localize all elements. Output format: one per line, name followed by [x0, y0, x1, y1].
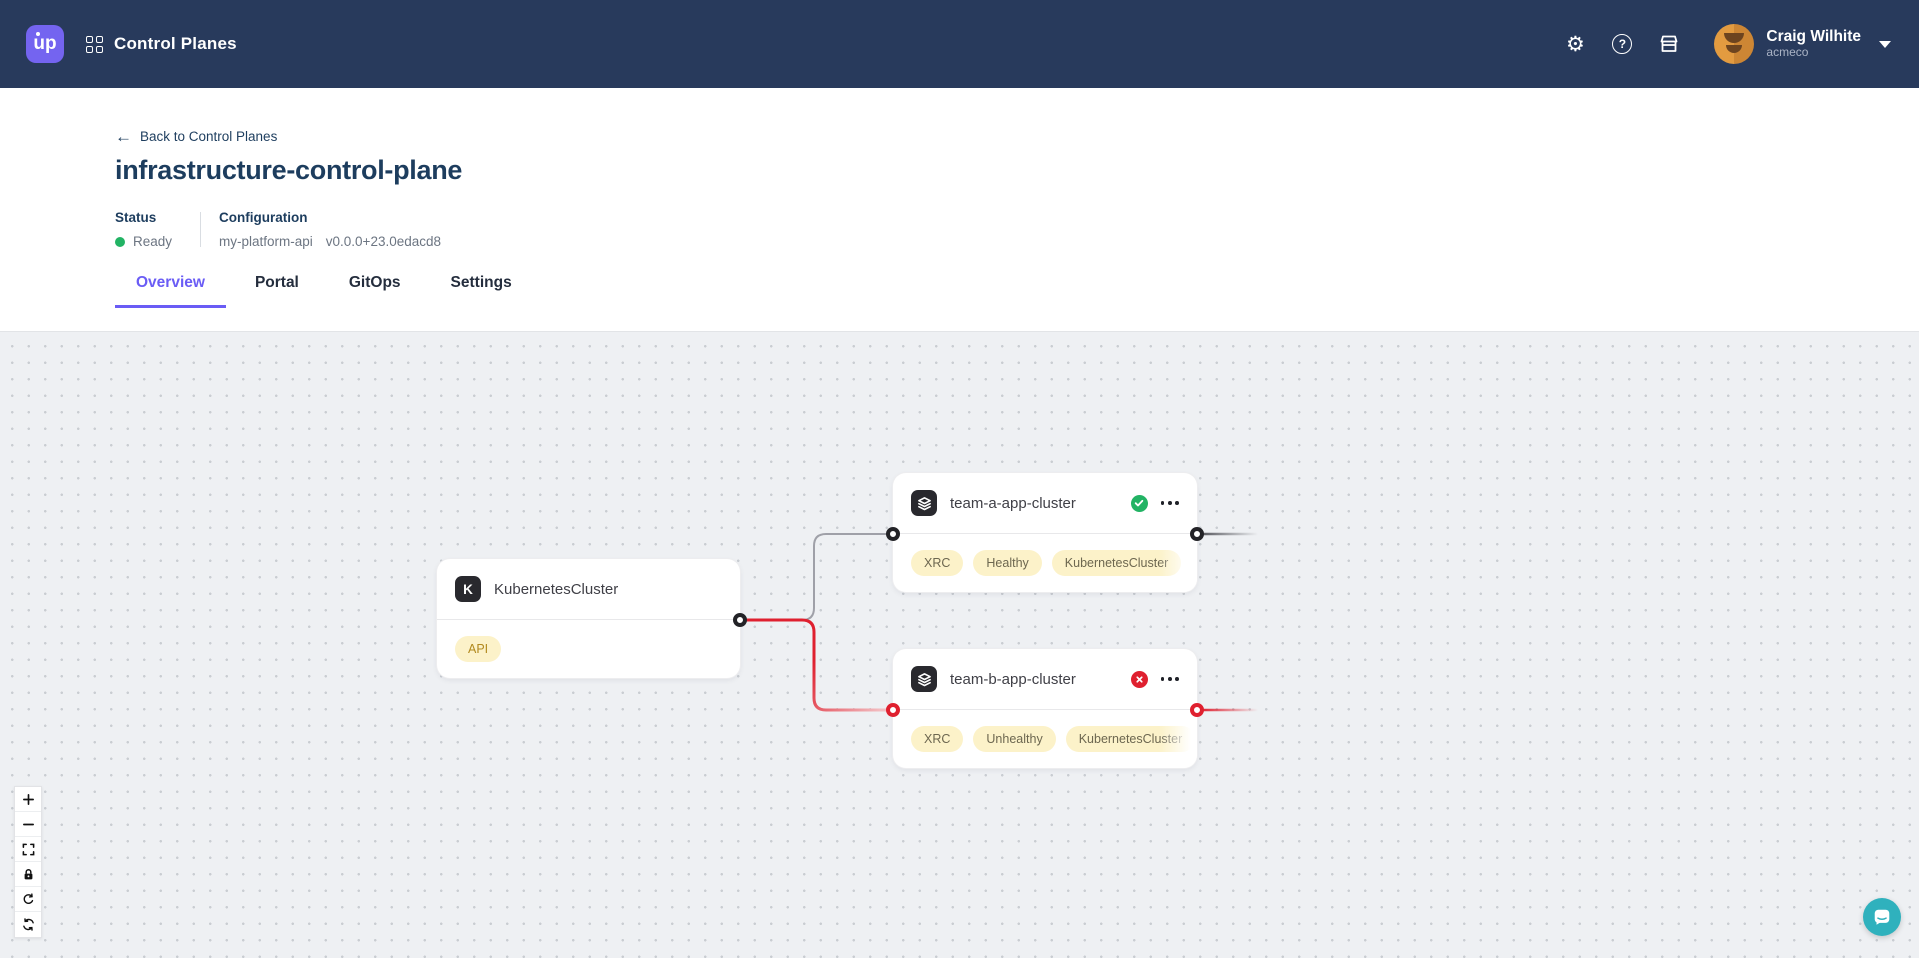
- zoom-in-button[interactable]: [15, 787, 41, 812]
- node-kubernetescluster[interactable]: K KubernetesCluster API: [437, 559, 740, 678]
- node-badges: API: [437, 620, 740, 678]
- status-section: Status Ready: [115, 210, 200, 249]
- user-org: acmeco: [1766, 46, 1861, 60]
- tab-bar: Overview Portal GitOps Settings: [115, 274, 1919, 308]
- node-badges: XRC Unhealthy KubernetesCluster: [893, 710, 1197, 768]
- back-link-label: Back to Control Planes: [140, 129, 277, 144]
- tab-gitops[interactable]: GitOps: [328, 274, 422, 308]
- back-arrow-icon: ←: [115, 128, 132, 145]
- node-header: team-a-app-cluster: [893, 473, 1197, 534]
- tab-portal[interactable]: Portal: [234, 274, 320, 308]
- logo-dot: [36, 32, 40, 36]
- configuration-value: my-platform-api v0.0.0+23.0edacd8: [219, 234, 441, 249]
- node-team-b-app-cluster[interactable]: team-b-app-cluster XRC Unhealthy Kuberne…: [893, 649, 1197, 768]
- user-text: Craig Wilhite acmeco: [1766, 28, 1861, 60]
- layers-icon: [911, 490, 937, 516]
- port-source[interactable]: [1190, 527, 1204, 541]
- top-navbar: up Control Planes ⚙ ? Craig Wilhite acme…: [0, 0, 1919, 88]
- graph-canvas[interactable]: K KubernetesCluster API team-a-app-clust…: [0, 331, 1919, 958]
- page-title: infrastructure-control-plane: [115, 155, 1919, 186]
- node-actions: [1131, 495, 1179, 512]
- logo-text: up: [33, 33, 56, 55]
- settings-gear-icon[interactable]: ⚙: [1563, 32, 1587, 56]
- nav-app-switcher[interactable]: Control Planes: [86, 34, 237, 54]
- marketplace-icon[interactable]: [1657, 32, 1681, 56]
- badge-unhealthy: Unhealthy: [973, 726, 1055, 752]
- unhealthy-x-icon: [1131, 671, 1148, 688]
- port-target[interactable]: [886, 527, 900, 541]
- node-header: team-b-app-cluster: [893, 649, 1197, 710]
- fit-view-button[interactable]: [15, 837, 41, 862]
- badge-fade-overlay: [1159, 534, 1197, 592]
- badge-healthy: Healthy: [973, 550, 1041, 576]
- back-to-control-planes-link[interactable]: ← Back to Control Planes: [115, 128, 277, 145]
- upbound-logo[interactable]: up: [26, 25, 64, 63]
- node-actions: [1131, 671, 1179, 688]
- app-title: Control Planes: [114, 34, 237, 54]
- status-text: Ready: [133, 234, 172, 249]
- node-title: team-b-app-cluster: [950, 671, 1076, 688]
- nav-right-group: ⚙ ? Craig Wilhite acmeco: [1563, 24, 1891, 64]
- status-label: Status: [115, 210, 200, 225]
- port-source[interactable]: [733, 613, 747, 627]
- sync-icon-button[interactable]: [15, 912, 41, 937]
- page-header: ← Back to Control Planes infrastructure-…: [0, 88, 1919, 331]
- node-badges: XRC Healthy KubernetesCluster: [893, 534, 1197, 592]
- zoom-out-button[interactable]: [15, 812, 41, 837]
- layers-icon: [911, 666, 937, 692]
- status-value: Ready: [115, 234, 200, 249]
- meta-row: Status Ready Configuration my-platform-a…: [115, 210, 1919, 249]
- help-icon[interactable]: ?: [1610, 32, 1634, 56]
- graph-edges: [0, 332, 1919, 958]
- node-title: team-a-app-cluster: [950, 495, 1076, 512]
- user-name: Craig Wilhite: [1766, 28, 1861, 46]
- port-target[interactable]: [886, 703, 900, 717]
- chat-icon: [1872, 907, 1892, 927]
- avatar: [1714, 24, 1754, 64]
- healthy-check-icon: [1131, 495, 1148, 512]
- configuration-label: Configuration: [219, 210, 441, 225]
- configuration-version: v0.0.0+23.0edacd8: [326, 234, 441, 249]
- badge-fade-overlay: [1159, 710, 1197, 768]
- node-title: KubernetesCluster: [494, 581, 618, 598]
- node-team-a-app-cluster[interactable]: team-a-app-cluster XRC Healthy Kubernete…: [893, 473, 1197, 592]
- configuration-name: my-platform-api: [219, 234, 313, 249]
- grid-icon: [86, 36, 103, 53]
- chat-launcher-button[interactable]: [1863, 898, 1901, 936]
- configuration-section: Configuration my-platform-api v0.0.0+23.…: [201, 210, 441, 249]
- node-menu-button[interactable]: [1161, 497, 1179, 509]
- node-header: K KubernetesCluster: [437, 559, 740, 620]
- node-menu-button[interactable]: [1161, 673, 1179, 685]
- port-source[interactable]: [1190, 703, 1204, 717]
- lock-icon-button[interactable]: [15, 862, 41, 887]
- chevron-down-icon[interactable]: [1879, 41, 1891, 48]
- tab-settings[interactable]: Settings: [430, 274, 533, 308]
- rotate-icon-button[interactable]: [15, 887, 41, 912]
- user-menu[interactable]: Craig Wilhite acmeco: [1714, 24, 1891, 64]
- badge-xrc: XRC: [911, 550, 963, 576]
- tab-overview[interactable]: Overview: [115, 274, 226, 308]
- badge-xrc: XRC: [911, 726, 963, 752]
- status-ready-dot: [115, 237, 125, 247]
- canvas-controls: [14, 786, 42, 938]
- badge-api: API: [455, 636, 501, 662]
- k-letter-icon: K: [455, 576, 481, 602]
